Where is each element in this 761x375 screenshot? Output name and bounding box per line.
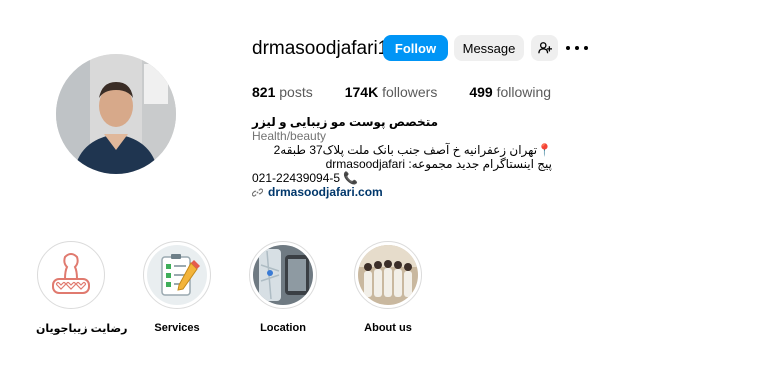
followers-stat[interactable]: 174K followers: [345, 84, 438, 100]
highlight-ring: [37, 241, 105, 309]
pin-icon: 📍: [537, 143, 552, 157]
highlight-reviews[interactable]: رضایت زیباجویان: [36, 241, 128, 335]
more-options-icon[interactable]: [566, 38, 588, 58]
bio-link-text: drmasoodjafari.com: [268, 185, 383, 199]
highlight-cover: [41, 245, 101, 305]
bio-instagram-note: پیج اینستاگرام جدید مجموعه: drmasoodjafa…: [325, 157, 552, 171]
posts-stat: 821 posts: [252, 84, 313, 100]
posts-label: posts: [279, 84, 313, 100]
avatar-photo: [56, 54, 176, 174]
bio-address-text: تهران زعفرانیه خ آصف جنب بانک ملت پلاک37…: [273, 143, 538, 157]
following-count: 499: [469, 84, 493, 100]
highlight-cover: [358, 245, 418, 305]
bio-phone: 021-22439094-5 📞: [252, 171, 552, 185]
reviews-stamp-icon: [41, 245, 101, 305]
highlight-cover: [147, 245, 207, 305]
highlight-ring: [249, 241, 317, 309]
add-user-icon: [537, 42, 552, 54]
following-label: following: [496, 84, 552, 100]
link-icon: [252, 188, 263, 196]
highlight-cover: [253, 245, 313, 305]
phone-icon: 📞: [343, 171, 359, 185]
bio-address: 📍تهران زعفرانیه خ آصف جنب بانک ملت پلاک3…: [252, 143, 552, 157]
highlight-about-us[interactable]: About us: [353, 241, 423, 334]
followers-count: 174K: [344, 84, 379, 100]
bio-phone-text: 021-22439094-5: [252, 171, 341, 185]
highlight-label: رضایت زیباجویان: [36, 323, 128, 335]
map-phone-icon: [253, 245, 313, 305]
bio-name: متخصص پوست مو زیبایی و لیزر: [252, 115, 439, 129]
profile-avatar[interactable]: [56, 54, 176, 174]
followers-label: followers: [382, 84, 438, 100]
highlight-services[interactable]: Services: [142, 241, 212, 334]
highlight-location[interactable]: Location: [248, 241, 318, 334]
checklist-icon: [147, 245, 207, 305]
suggest-user-button[interactable]: [531, 35, 558, 61]
team-photo-icon: [358, 245, 418, 305]
posts-count: 821: [252, 84, 276, 100]
following-stat[interactable]: 499 following: [469, 84, 551, 100]
bio-category: Health/beauty: [252, 129, 327, 143]
follow-button[interactable]: Follow: [383, 35, 448, 61]
bio-link[interactable]: drmasoodjafari.com: [252, 185, 552, 199]
username: drmasoodjafari1: [252, 38, 389, 59]
highlight-label: About us: [364, 322, 412, 334]
highlight-ring: [354, 241, 422, 309]
highlight-label: Services: [154, 322, 200, 334]
profile-stats: 821 posts 174K followers 499 following: [252, 84, 583, 100]
highlight-label: Location: [260, 322, 306, 334]
profile-bio: متخصص پوست مو زیبایی و لیزر Health/beaut…: [252, 115, 552, 199]
message-button[interactable]: Message: [454, 35, 524, 61]
highlight-ring: [143, 241, 211, 309]
